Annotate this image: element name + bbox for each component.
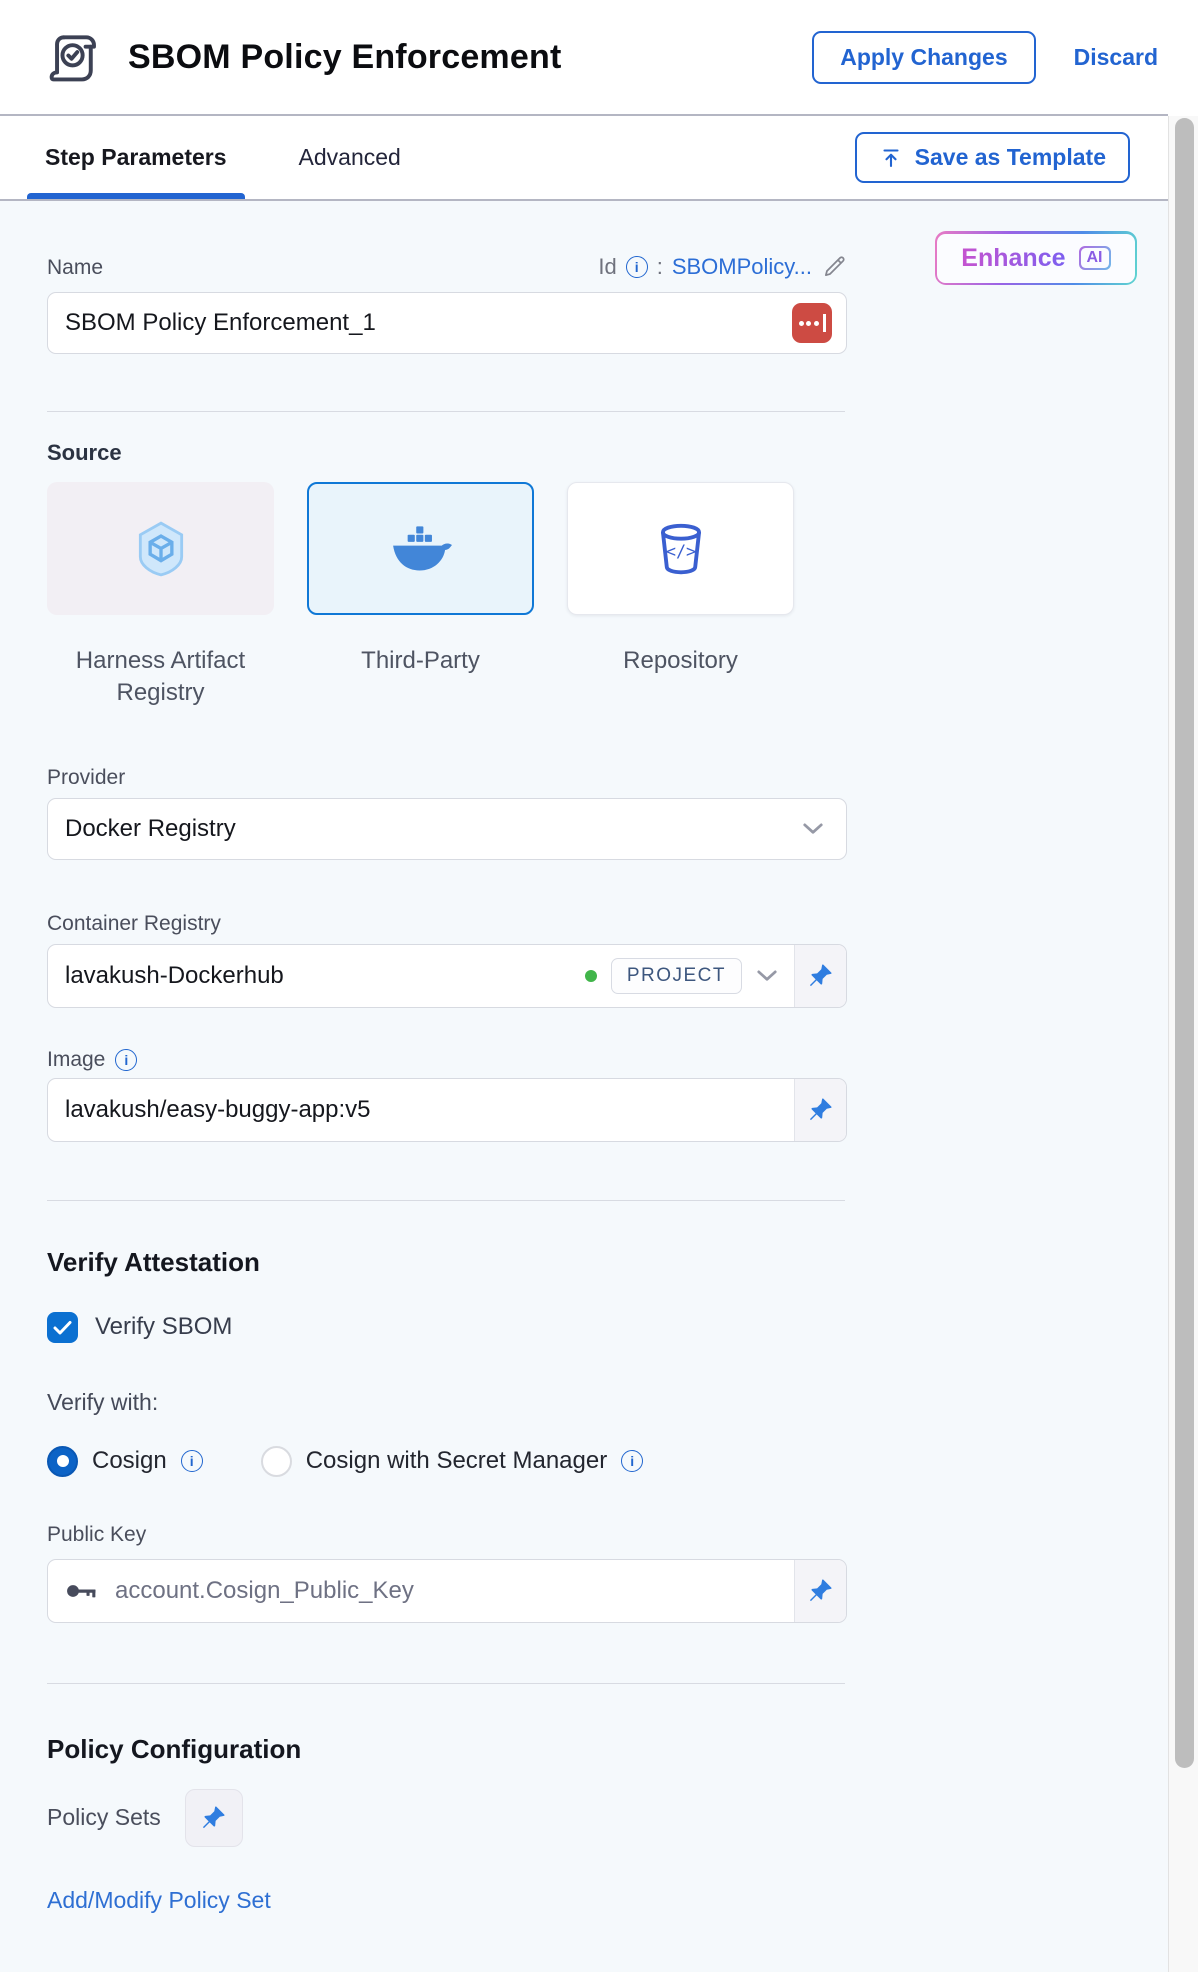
scrollbar-thumb[interactable] [1175, 118, 1194, 1768]
container-registry-label: Container Registry [47, 912, 1168, 936]
source-label-repository: Repository [567, 645, 794, 710]
cosign-secret-manager-info-icon[interactable] [621, 1450, 643, 1472]
public-key-value: account.Cosign_Public_Key [115, 1577, 778, 1605]
pin-policy-sets-button[interactable] [185, 1789, 243, 1847]
pin-input-type-button[interactable] [794, 1079, 846, 1141]
radio-selected-icon[interactable] [47, 1446, 78, 1477]
divider [47, 411, 845, 412]
source-option-third-party[interactable] [307, 482, 534, 615]
radio-cosign[interactable]: Cosign [47, 1446, 203, 1477]
scope-badge: PROJECT [611, 958, 742, 994]
secret-key-icon [65, 1582, 99, 1600]
page-title: SBOM Policy Enforcement [128, 38, 561, 77]
name-label: Name [47, 256, 103, 280]
step-parameters-form: Enhance AI Name Id : SBOMPolicy... SBOM … [0, 201, 1168, 1972]
password-manager-autofill-icon[interactable] [792, 303, 832, 343]
verify-sbom-checkbox-row[interactable]: Verify SBOM [47, 1312, 1168, 1343]
apply-changes-button[interactable]: Apply Changes [812, 31, 1035, 84]
radio-cosign-label: Cosign [92, 1447, 167, 1475]
tab-step-parameters[interactable]: Step Parameters [45, 116, 227, 199]
add-modify-policy-set-link[interactable]: Add/Modify Policy Set [47, 1887, 1168, 1914]
source-label: Source [47, 440, 1168, 466]
id-value: SBOMPolicy... [672, 254, 812, 280]
radio-cosign-secret-manager-label: Cosign with Secret Manager [306, 1447, 607, 1475]
panel-header: SBOM Policy Enforcement Apply Changes Di… [0, 0, 1198, 115]
tab-advanced[interactable]: Advanced [299, 116, 401, 199]
tab-bar: Step Parameters Advanced Save as Templat… [0, 116, 1168, 201]
verify-with-label: Verify with: [47, 1389, 1168, 1416]
chevron-down-icon [802, 822, 824, 836]
radio-unselected-icon[interactable] [261, 1446, 292, 1477]
enhance-label: Enhance [961, 244, 1065, 273]
upload-icon [879, 146, 903, 170]
image-input[interactable]: lavakush/easy-buggy-app:v5 [48, 1079, 794, 1141]
sbom-policy-step-icon [44, 26, 108, 90]
public-key-input[interactable]: account.Cosign_Public_Key [48, 1560, 794, 1622]
container-registry-value: lavakush-Dockerhub [65, 962, 571, 990]
pin-input-type-button[interactable] [794, 945, 846, 1007]
scrollbar-track[interactable] [1168, 116, 1198, 1972]
edit-id-icon[interactable] [821, 254, 847, 280]
chevron-down-icon [756, 969, 778, 983]
source-option-repository[interactable]: </> [567, 482, 794, 615]
container-registry-field: lavakush-Dockerhub PROJECT [47, 944, 847, 1008]
radio-cosign-secret-manager[interactable]: Cosign with Secret Manager [261, 1446, 643, 1477]
image-label: Image [47, 1048, 105, 1072]
image-field: lavakush/easy-buggy-app:v5 [47, 1078, 847, 1142]
connector-status-dot [585, 970, 597, 982]
pin-icon [807, 1096, 834, 1123]
verify-with-radio-group: Cosign Cosign with Secret Manager [47, 1446, 1168, 1477]
image-value: lavakush/easy-buggy-app:v5 [65, 1096, 778, 1124]
divider [47, 1683, 845, 1684]
provider-select[interactable]: Docker Registry [47, 798, 847, 860]
step-config-panel: SBOM Policy Enforcement Apply Changes Di… [0, 0, 1198, 1972]
source-label-third-party: Third-Party [307, 645, 534, 710]
source-label-harness-artifact-registry: Harness Artifact Registry [47, 645, 274, 710]
source-option-harness-artifact-registry[interactable] [47, 482, 274, 615]
docker-icon [390, 518, 452, 580]
enhance-ai-button[interactable]: Enhance AI [935, 231, 1137, 285]
name-input-value: SBOM Policy Enforcement_1 [65, 309, 792, 337]
provider-value: Docker Registry [65, 815, 802, 843]
image-info-icon[interactable] [115, 1049, 137, 1071]
step-id-group: Id : SBOMPolicy... [598, 254, 847, 280]
pin-icon [200, 1804, 227, 1831]
id-label: Id [598, 254, 616, 280]
repository-icon: </> [650, 518, 712, 580]
svg-text:</>: </> [665, 540, 695, 560]
policy-sets-label: Policy Sets [47, 1804, 161, 1831]
verify-sbom-checkbox[interactable] [47, 1312, 78, 1343]
save-as-template-label: Save as Template [915, 144, 1106, 171]
verify-sbom-label: Verify SBOM [95, 1313, 232, 1341]
ai-badge: AI [1079, 246, 1111, 270]
public-key-label: Public Key [47, 1523, 1168, 1547]
provider-label: Provider [47, 766, 1168, 790]
check-icon [53, 1320, 72, 1335]
verify-attestation-heading: Verify Attestation [47, 1247, 1168, 1278]
discard-button[interactable]: Discard [1074, 44, 1158, 71]
divider [47, 1200, 845, 1201]
policy-configuration-heading: Policy Configuration [47, 1734, 1168, 1765]
pin-icon [807, 1577, 834, 1604]
public-key-field: account.Cosign_Public_Key [47, 1559, 847, 1623]
cosign-info-icon[interactable] [181, 1450, 203, 1472]
container-registry-select[interactable]: lavakush-Dockerhub PROJECT [48, 945, 794, 1007]
pin-icon [807, 962, 834, 989]
id-info-icon[interactable] [626, 256, 648, 278]
save-as-template-button[interactable]: Save as Template [855, 132, 1130, 183]
pin-input-type-button[interactable] [794, 1560, 846, 1622]
harness-artifact-registry-icon [130, 518, 192, 580]
name-input[interactable]: SBOM Policy Enforcement_1 [47, 292, 847, 354]
